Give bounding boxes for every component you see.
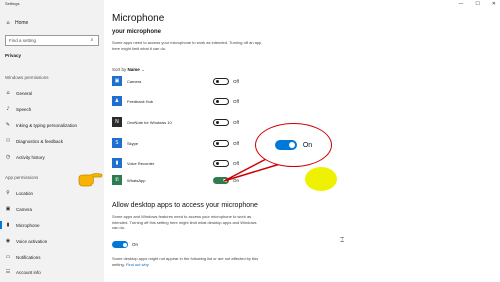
desktop-apps-toggle[interactable]: [112, 241, 128, 248]
microphone-icon: ▮: [6, 221, 10, 228]
desktop-apps-toggle-state: On: [132, 242, 139, 247]
sidebar-item-label: Inking & typing personalization: [16, 122, 78, 128]
sidebar-item-label: Account info: [16, 269, 41, 275]
home-link[interactable]: ⌂ Home: [5, 20, 28, 26]
desktop-apps-note: Some desktop apps might not appear in th…: [112, 256, 262, 267]
sidebar-item-label: Location: [16, 190, 34, 196]
callout-bubble: On: [255, 123, 332, 167]
skype-icon: S: [112, 138, 122, 148]
mouse-cursor-icon: ⌶: [340, 236, 345, 244]
sidebar-item-label: Voice activation: [16, 238, 48, 244]
voice-activation-icon: ◉: [5, 237, 11, 244]
inking-icon: ✎: [5, 121, 11, 128]
sidebar-item-account-info[interactable]: ☷ Account info: [5, 268, 41, 276]
sidebar-item-label: Camera: [16, 206, 33, 212]
app-name: OneNote for Windows 10: [127, 119, 172, 125]
toggle-state: Off: [233, 119, 239, 125]
sidebar-item-camera[interactable]: ▣ Camera: [5, 205, 32, 213]
toggle-state: Off: [233, 78, 239, 84]
app-name: Camera: [127, 78, 142, 84]
sidebar-item-label: Diagnostics & feedback: [16, 138, 64, 144]
sort-by-value: Name: [127, 67, 140, 72]
voice-recorder-icon: ▮: [112, 158, 122, 168]
camera-app-icon: ▣: [112, 76, 122, 86]
window-title: Settings: [5, 1, 20, 6]
app-permissions-label: App permissions: [5, 175, 39, 180]
onenote-toggle[interactable]: [213, 118, 229, 126]
voice-recorder-toggle[interactable]: [213, 159, 229, 167]
whatsapp-icon: ✆: [112, 175, 122, 185]
sort-by-dropdown[interactable]: Sort by Name ⌄: [112, 67, 145, 73]
location-icon: ⚲: [6, 189, 10, 196]
app-name: Feedback Hub: [127, 98, 154, 104]
callout-label: On: [302, 141, 313, 149]
sidebar-item-diagnostics[interactable]: ⚇ Diagnostics & feedback: [5, 137, 63, 145]
onenote-icon: N: [112, 117, 122, 127]
sidebar: Settings ⌂ Home Find a setting ⌕ Privacy…: [0, 0, 104, 282]
skype-toggle[interactable]: [213, 139, 229, 147]
lock-icon: ⌂: [6, 89, 10, 96]
notifications-icon: ▭: [5, 253, 11, 260]
find-out-why-link[interactable]: Find out why: [126, 262, 149, 267]
sort-by-label: Sort by: [112, 67, 127, 72]
toggle-state: Off: [233, 140, 239, 146]
page-title: Microphone: [112, 13, 165, 24]
toggle-state: Off: [233, 98, 239, 104]
category-title: Privacy: [5, 53, 22, 58]
home-icon: ⌂: [6, 19, 10, 26]
whatsapp-toggle[interactable]: [213, 176, 229, 184]
sidebar-item-label: Speech: [16, 106, 32, 112]
desktop-apps-description: Some apps and Windows features need to a…: [112, 214, 257, 230]
sidebar-item-label: Notifications: [16, 254, 41, 260]
sidebar-item-inking[interactable]: ✎ Inking & typing personalization: [5, 121, 77, 129]
history-icon: ◷: [5, 153, 11, 160]
app-name: Voice Recorder: [127, 160, 155, 166]
callout-toggle-icon: [274, 140, 297, 150]
sidebar-item-location[interactable]: ⚲ Location: [5, 189, 33, 197]
app-row-whatsapp: ✆ WhatsApp On: [112, 174, 262, 186]
sidebar-item-microphone[interactable]: ▮ Microphone: [0, 221, 40, 229]
app-row-voice-recorder: ▮ Voice Recorder Off: [112, 157, 262, 169]
search-icon: ⌕: [90, 37, 94, 43]
account-info-icon: ☷: [5, 268, 11, 275]
camera-icon: ▣: [5, 205, 11, 212]
camera-toggle[interactable]: [213, 77, 229, 85]
search-placeholder: Find a setting: [9, 38, 37, 43]
sidebar-item-voice-activation[interactable]: ◉ Voice activation: [5, 237, 47, 245]
home-label: Home: [15, 20, 29, 26]
diagnostics-icon: ⚇: [5, 137, 11, 144]
toggle-state: On: [233, 177, 240, 183]
pointing-hand-icon: [78, 173, 103, 187]
sidebar-item-notifications[interactable]: ▭ Notifications: [5, 253, 41, 261]
sidebar-item-general[interactable]: ⌂ General: [5, 89, 32, 97]
toggle-state: Off: [233, 160, 239, 166]
section-description: Some apps need to access your microphone…: [112, 40, 262, 51]
desktop-apps-title: Allow desktop apps to access your microp…: [112, 202, 258, 209]
app-name: Skype: [127, 140, 139, 146]
feedback-hub-toggle[interactable]: [213, 97, 229, 105]
app-name: WhatsApp: [127, 177, 146, 183]
search-input[interactable]: Find a setting ⌕: [5, 35, 99, 46]
toggle-highlight: [305, 167, 337, 191]
windows-permissions-label: Windows permissions: [5, 75, 49, 80]
app-row-feedback-hub: ♟ Feedback Hub Off: [112, 95, 262, 107]
speech-icon: ♪: [6, 105, 10, 112]
section-title: your microphone: [112, 29, 162, 35]
sidebar-item-label: Activity history: [16, 154, 45, 160]
sidebar-item-speech[interactable]: ♪ Speech: [5, 105, 31, 113]
feedback-hub-icon: ♟: [112, 96, 122, 106]
sidebar-item-label: Microphone: [16, 222, 40, 228]
chevron-down-icon: ⌄: [141, 67, 145, 72]
app-row-skype: S Skype Off: [112, 137, 262, 149]
app-row-onenote: N OneNote for Windows 10 Off: [112, 116, 262, 128]
sidebar-item-label: General: [16, 90, 33, 96]
sidebar-item-activity-history[interactable]: ◷ Activity history: [5, 153, 45, 161]
app-row-camera: ▣ Camera Off: [112, 75, 262, 87]
